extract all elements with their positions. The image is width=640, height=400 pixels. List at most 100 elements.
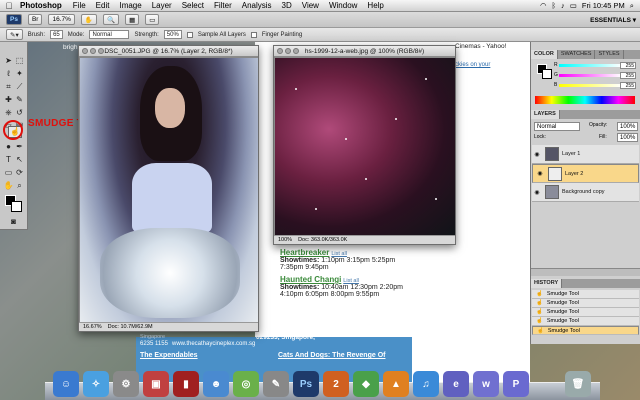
movie-link-expendables[interactable]: The Expendables bbox=[140, 352, 198, 359]
fill-input[interactable]: 100% bbox=[617, 133, 639, 142]
document-window-dsc0051[interactable]: DSC_0051.JPG @ 16.7% (Layer 2, RGB/8*) 1… bbox=[78, 45, 259, 332]
history-item[interactable]: ☝ Smudge Tool bbox=[532, 290, 639, 299]
crop-tool-icon[interactable]: ⌗ bbox=[3, 82, 14, 92]
app-icon[interactable]: P bbox=[503, 371, 529, 397]
strength-input[interactable]: 50% bbox=[163, 30, 182, 39]
app-icon[interactable]: 2 bbox=[323, 371, 349, 397]
green-slider[interactable] bbox=[559, 74, 621, 77]
move-tool-icon[interactable]: ➤ bbox=[3, 56, 14, 66]
app-icon[interactable]: e bbox=[443, 371, 469, 397]
document-titlebar[interactable]: hs-1999-12-a-web.jpg @ 100% (RGB/8#) bbox=[274, 46, 455, 57]
web-url-link[interactable]: www.thecathaycineplex.com.sg bbox=[172, 341, 255, 347]
dodge-tool-icon[interactable]: ● bbox=[3, 142, 14, 152]
photo-booth-icon[interactable]: ▣ bbox=[143, 371, 169, 397]
shape-tool-icon[interactable]: ▭ bbox=[3, 168, 14, 178]
tab-color[interactable]: COLOR bbox=[531, 50, 558, 59]
finder-icon[interactable]: ☺ bbox=[53, 371, 79, 397]
zoom-window-icon[interactable] bbox=[98, 48, 104, 54]
workspace-switcher[interactable]: ESSENTIALS ▾ bbox=[590, 16, 636, 24]
utility-icon[interactable]: ✎ bbox=[263, 371, 289, 397]
menu-image[interactable]: Image bbox=[114, 1, 146, 10]
zoom-tool-icon[interactable]: ⌕ bbox=[14, 181, 25, 191]
tool-preset-picker[interactable]: ✎▾ bbox=[6, 29, 23, 40]
vlc-icon[interactable]: ▲ bbox=[383, 371, 409, 397]
hand-tool-icon[interactable]: ✋ bbox=[3, 181, 14, 191]
volume-icon[interactable]: ♪ bbox=[561, 1, 565, 10]
menu-layer[interactable]: Layer bbox=[147, 1, 177, 10]
menu-filter[interactable]: Filter bbox=[209, 1, 237, 10]
3d-rotate-icon[interactable]: ⟳ bbox=[14, 168, 25, 178]
bridge-icon[interactable]: Br bbox=[27, 14, 43, 25]
sims-icon[interactable]: ◆ bbox=[353, 371, 379, 397]
ps-logo-icon[interactable]: Ps bbox=[6, 14, 22, 25]
tab-swatches[interactable]: SWATCHES bbox=[558, 50, 596, 59]
quick-select-tool-icon[interactable]: ✦ bbox=[14, 69, 25, 79]
menu-analysis[interactable]: Analysis bbox=[237, 1, 277, 10]
type-tool-icon[interactable]: T bbox=[3, 155, 14, 165]
close-icon[interactable] bbox=[277, 48, 283, 54]
wifi-icon[interactable]: ◠ bbox=[540, 1, 547, 10]
battery-icon[interactable]: ▭ bbox=[570, 1, 577, 10]
safari-icon[interactable]: ✧ bbox=[83, 371, 109, 397]
clone-stamp-icon[interactable]: ⎈ bbox=[3, 108, 14, 118]
menu-view[interactable]: View bbox=[297, 1, 324, 10]
layer-row-selected[interactable]: ◉ Layer 2 bbox=[532, 164, 639, 183]
bluetooth-icon[interactable]: ᛒ bbox=[552, 1, 557, 10]
document-zoom[interactable]: 16.67% bbox=[83, 324, 102, 330]
menu-select[interactable]: Select bbox=[177, 1, 209, 10]
eye-icon[interactable]: ◉ bbox=[532, 151, 542, 158]
back-to-top-link[interactable]: Back to top bbox=[382, 332, 417, 339]
mode-select[interactable]: Normal bbox=[89, 30, 130, 39]
clock[interactable]: Fri 10:45 PM bbox=[582, 1, 625, 10]
lasso-tool-icon[interactable]: ℓ bbox=[3, 69, 14, 79]
opacity-input[interactable]: 100% bbox=[617, 122, 639, 131]
nebula-canvas[interactable] bbox=[275, 58, 455, 236]
red-slider[interactable] bbox=[559, 64, 621, 67]
app-menu[interactable]: Photoshop bbox=[18, 1, 68, 10]
layer-row[interactable]: ◉ Layer 1 bbox=[532, 145, 639, 164]
brush-size-picker[interactable]: 65 bbox=[50, 30, 63, 39]
ichat-icon[interactable]: ☻ bbox=[203, 371, 229, 397]
layer-row[interactable]: ◉ Background copy bbox=[532, 183, 639, 202]
movie-title-link[interactable]: Haunted Changi bbox=[280, 275, 341, 284]
itunes-music-icon[interactable]: ♫ bbox=[413, 371, 439, 397]
photoshop-dock-icon[interactable]: Ps bbox=[293, 371, 319, 397]
app-icon[interactable]: w bbox=[473, 371, 499, 397]
path-select-icon[interactable]: ↖ bbox=[14, 155, 25, 165]
screen-mode-icon[interactable]: ▭ bbox=[145, 14, 160, 25]
trash-icon[interactable]: 🗑 bbox=[565, 371, 591, 397]
photo-canvas[interactable] bbox=[80, 58, 258, 323]
document-titlebar[interactable]: DSC_0051.JPG @ 16.7% (Layer 2, RGB/8*) bbox=[79, 46, 258, 57]
arrange-documents-icon[interactable]: ▦ bbox=[125, 14, 140, 25]
system-preferences-icon[interactable]: ⚙ bbox=[113, 371, 139, 397]
pen-tool-icon[interactable]: ✒ bbox=[14, 142, 25, 152]
zoom-select[interactable]: 16.7% bbox=[48, 14, 75, 25]
eye-icon[interactable]: ◉ bbox=[532, 189, 542, 196]
zoom-icon[interactable]: 🔍 bbox=[102, 14, 120, 25]
tab-styles[interactable]: STYLES bbox=[595, 50, 624, 59]
itunes-icon[interactable]: ◎ bbox=[233, 371, 259, 397]
history-item[interactable]: ☝ Smudge Tool bbox=[532, 299, 639, 308]
background-color-swatch[interactable] bbox=[11, 201, 22, 212]
red-value[interactable]: 255 bbox=[620, 62, 636, 69]
close-icon[interactable] bbox=[82, 48, 88, 54]
menu-help[interactable]: Help bbox=[362, 1, 388, 10]
history-item-selected[interactable]: ☝ Smudge Tool bbox=[532, 326, 639, 335]
minimize-icon[interactable] bbox=[285, 48, 291, 54]
menu-3d[interactable]: 3D bbox=[277, 1, 297, 10]
menu-window[interactable]: Window bbox=[324, 1, 362, 10]
history-item[interactable]: ☝ Smudge Tool bbox=[532, 308, 639, 317]
tab-layers[interactable]: LAYERS bbox=[531, 110, 560, 119]
front-row-icon[interactable]: ▮ bbox=[173, 371, 199, 397]
minimize-icon[interactable] bbox=[90, 48, 96, 54]
spotlight-icon[interactable]: ⌕ bbox=[630, 1, 634, 11]
eye-icon[interactable]: ◉ bbox=[535, 170, 545, 177]
blue-slider[interactable] bbox=[559, 84, 621, 87]
movie-link-cats-dogs[interactable]: Cats And Dogs: The Revenge Of bbox=[278, 352, 385, 359]
menu-file[interactable]: File bbox=[68, 1, 91, 10]
color-panel-background[interactable] bbox=[542, 69, 552, 79]
green-value[interactable]: 255 bbox=[620, 72, 636, 79]
brush-tool-icon[interactable]: ✎ bbox=[14, 95, 25, 105]
sample-all-layers-checkbox[interactable] bbox=[186, 31, 193, 38]
history-item[interactable]: ☝ Smudge Tool bbox=[532, 317, 639, 326]
